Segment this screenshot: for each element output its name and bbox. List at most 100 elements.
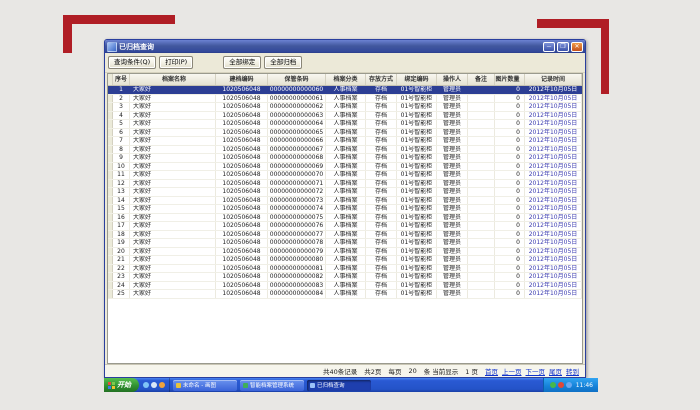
table-row[interactable]: 16大家好102050604800000000000075人事档案存档01号智能… <box>108 214 582 223</box>
taskbar-task-button[interactable]: 已归档查询 <box>307 380 371 391</box>
table-cell: 管理员 <box>437 103 468 111</box>
network-status-icon[interactable] <box>566 382 572 388</box>
per-page-value[interactable]: 20 <box>408 367 416 375</box>
clock[interactable]: 11:46 <box>576 382 593 389</box>
table-cell: 1020506048 <box>216 248 268 256</box>
table-cell: 0 <box>495 137 525 145</box>
column-header[interactable]: 建档编码 <box>216 74 268 85</box>
pagination-link[interactable]: 尾页 <box>549 366 562 376</box>
table-row[interactable]: 24大家好102050604800000000000083人事档案存档01号智能… <box>108 282 582 291</box>
table-cell: 人事档案 <box>326 171 366 179</box>
table-cell: 12 <box>113 180 130 188</box>
column-header[interactable]: 记录时间 <box>525 74 582 85</box>
toolbar: 查询条件(Q)打印(P) 全部绑定全部归档 <box>105 53 585 73</box>
table-row[interactable]: 21大家好102050604800000000000080人事档案存档01号智能… <box>108 256 582 265</box>
table-row[interactable]: 11大家好102050604800000000000070人事档案存档01号智能… <box>108 171 582 180</box>
column-header[interactable]: 存放方式 <box>366 74 397 85</box>
corner-bracket-top-left <box>63 15 175 24</box>
table-row[interactable]: 3大家好102050604800000000000062人事档案存档01号智能柜… <box>108 103 582 112</box>
minimize-button[interactable]: ─ <box>543 42 555 52</box>
show-desktop-icon[interactable] <box>151 382 157 388</box>
table-row[interactable]: 6大家好102050604800000000000065人事档案存档01号智能柜… <box>108 129 582 138</box>
table-cell: 存档 <box>366 265 397 273</box>
table-cell: 2012年10月05日 <box>525 265 582 273</box>
task-buttons: 未命名 - 画图智能档案管理系统已归档查询 <box>170 380 371 391</box>
pagination-link[interactable]: 下一页 <box>526 366 546 376</box>
table-row[interactable]: 7大家好102050604800000000000066人事档案存档01号智能柜… <box>108 137 582 146</box>
column-header[interactable]: 序号 <box>113 74 130 85</box>
table-cell: 人事档案 <box>326 248 366 256</box>
table-cell: 2012年10月05日 <box>525 231 582 239</box>
start-button[interactable]: 开始 <box>104 378 139 392</box>
toolbar-button[interactable]: 全部绑定 <box>223 56 261 69</box>
table-cell <box>468 86 495 94</box>
maximize-button[interactable]: ❐ <box>557 42 569 52</box>
pagination-link[interactable]: 上一页 <box>502 366 522 376</box>
table-row[interactable]: 12大家好102050604800000000000071人事档案存档01号智能… <box>108 180 582 189</box>
table-cell: 管理员 <box>437 137 468 145</box>
toolbar-button[interactable]: 全部归档 <box>264 56 302 69</box>
table-cell: 大家好 <box>130 282 216 290</box>
table-cell <box>468 95 495 103</box>
table-cell: 大家好 <box>130 146 216 154</box>
taskbar-task-button[interactable]: 智能档案管理系统 <box>240 380 304 391</box>
table-row[interactable]: 23大家好102050604800000000000082人事档案存档01号智能… <box>108 273 582 282</box>
table-cell: 存档 <box>366 171 397 179</box>
table-row[interactable]: 22大家好102050604800000000000081人事档案存档01号智能… <box>108 265 582 274</box>
toolbar-button[interactable]: 查询条件(Q) <box>108 56 156 69</box>
taskbar-task-button[interactable]: 未命名 - 画图 <box>173 380 237 391</box>
table-row[interactable]: 8大家好102050604800000000000067人事档案存档01号智能柜… <box>108 146 582 155</box>
column-header[interactable]: 绑定编码 <box>397 74 437 85</box>
table-row[interactable]: 14大家好102050604800000000000073人事档案存档01号智能… <box>108 197 582 206</box>
table-cell: 00000000000070 <box>268 171 326 179</box>
table-row[interactable]: 2大家好102050604800000000000061人事档案存档01号智能柜… <box>108 95 582 104</box>
internet-explorer-icon[interactable] <box>143 382 149 388</box>
table-row[interactable]: 25大家好102050604800000000000084人事档案存档01号智能… <box>108 290 582 299</box>
table-cell <box>468 256 495 264</box>
table-cell: 1020506048 <box>216 265 268 273</box>
table-row[interactable]: 10大家好102050604800000000000069人事档案存档01号智能… <box>108 163 582 172</box>
table-row[interactable]: 4大家好102050604800000000000063人事档案存档01号智能柜… <box>108 112 582 121</box>
table-cell <box>468 163 495 171</box>
column-header[interactable]: 图片数量 <box>495 74 525 85</box>
table-cell: 2012年10月05日 <box>525 188 582 196</box>
table-row[interactable]: 15大家好102050604800000000000074人事档案存档01号智能… <box>108 205 582 214</box>
table-cell: 01号智能柜 <box>397 205 437 213</box>
column-header[interactable]: 保管条码 <box>268 74 326 85</box>
screenshot-region: 已归档查询 ─ ❐ ✕ 查询条件(Q)打印(P) 全部绑定全部归档 序号档案名称… <box>104 39 598 392</box>
table-cell: 人事档案 <box>326 188 366 196</box>
table-row[interactable]: 18大家好102050604800000000000077人事档案存档01号智能… <box>108 231 582 240</box>
table-cell: 管理员 <box>437 163 468 171</box>
column-header[interactable]: 档案分类 <box>326 74 366 85</box>
table-cell: 00000000000061 <box>268 95 326 103</box>
table-cell: 管理员 <box>437 231 468 239</box>
table-cell: 01号智能柜 <box>397 171 437 179</box>
pagination-link[interactable]: 首页 <box>485 366 498 376</box>
column-header[interactable]: 备注 <box>468 74 495 85</box>
table-row[interactable]: 13大家好102050604800000000000072人事档案存档01号智能… <box>108 188 582 197</box>
toolbar-button[interactable]: 打印(P) <box>159 56 193 69</box>
table-row[interactable]: 17大家好102050604800000000000076人事档案存档01号智能… <box>108 222 582 231</box>
message-alert-icon[interactable] <box>558 382 564 388</box>
taskbar: 开始 未命名 - 画图智能档案管理系统已归档查询 11:46 <box>104 378 598 392</box>
column-header[interactable]: 档案名称 <box>130 74 216 85</box>
table-row[interactable]: 19大家好102050604800000000000078人事档案存档01号智能… <box>108 239 582 248</box>
pagination-link[interactable]: 转到 <box>566 366 579 376</box>
corner-bracket-top-right-arm <box>601 19 609 94</box>
table-cell: 管理员 <box>437 86 468 94</box>
table-cell: 管理员 <box>437 282 468 290</box>
antivirus-shield-icon[interactable] <box>550 382 556 388</box>
column-header[interactable]: 操作人 <box>437 74 468 85</box>
table-cell <box>468 214 495 222</box>
table-cell: 00000000000064 <box>268 120 326 128</box>
table-row[interactable]: 9大家好102050604800000000000068人事档案存档01号智能柜… <box>108 154 582 163</box>
titlebar[interactable]: 已归档查询 ─ ❐ ✕ <box>105 40 585 53</box>
table-row[interactable]: 1大家好102050604800000000000060人事档案存档01号智能柜… <box>108 86 582 95</box>
table-cell <box>468 112 495 120</box>
media-player-icon[interactable] <box>159 382 165 388</box>
table-row[interactable]: 5大家好102050604800000000000064人事档案存档01号智能柜… <box>108 120 582 129</box>
table-cell: 大家好 <box>130 231 216 239</box>
close-button[interactable]: ✕ <box>571 42 583 52</box>
table-row[interactable]: 20大家好102050604800000000000079人事档案存档01号智能… <box>108 248 582 257</box>
table-cell: 01号智能柜 <box>397 290 437 298</box>
